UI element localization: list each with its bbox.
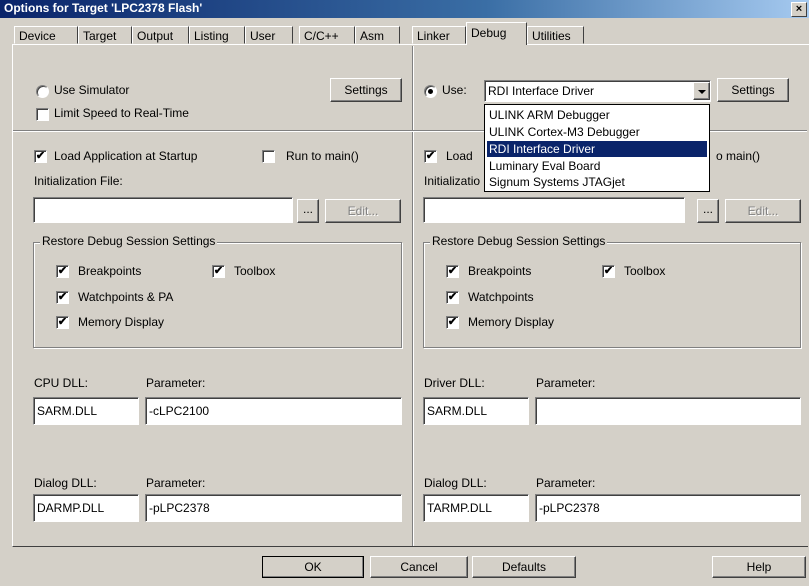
restore-settings-title: Restore Debug Session Settings [40, 234, 218, 248]
title-bar[interactable]: Options for Target 'LPC2378 Flash' × [0, 0, 809, 18]
dialog-dll-label: Dialog DLL: [34, 476, 97, 490]
init-file-input[interactable] [33, 197, 293, 223]
tab-listing[interactable]: Listing [189, 26, 245, 44]
cpu-dll-label: CPU DLL: [34, 376, 89, 390]
driver-dropdown-list: ULINK ARM Debugger ULINK Cortex-M3 Debug… [484, 104, 710, 192]
init-file-label: Initialization File: [34, 174, 123, 188]
right-restore-settings-title: Restore Debug Session Settings [430, 234, 608, 248]
right-toolbox-label: Toolbox [624, 264, 666, 278]
toolbox-label: Toolbox [234, 264, 276, 278]
driver-settings-button[interactable]: Settings [717, 78, 789, 102]
right-memory-display-checkbox[interactable]: ✔ [446, 316, 459, 329]
dialog-dll-input[interactable]: DARMP.DLL [33, 494, 139, 522]
dropdown-option-rdi[interactable]: RDI Interface Driver [487, 141, 707, 157]
right-init-file-label: Initializatio [424, 174, 481, 188]
driver-dll-label: Driver DLL: [424, 376, 485, 390]
driver-select-value: RDI Interface Driver [488, 84, 595, 98]
dropdown-option-ulink-arm[interactable]: ULINK ARM Debugger [487, 107, 707, 123]
toolbox-checkbox[interactable]: ✔ [212, 265, 225, 278]
driver-dll-input[interactable]: SARM.DLL [423, 397, 529, 425]
dialog-parameter-input[interactable]: -pLPC2378 [145, 494, 402, 522]
load-app-checkbox[interactable]: ✔ [34, 150, 47, 163]
breakpoints-label: Breakpoints [78, 264, 142, 278]
close-button[interactable]: × [791, 2, 807, 17]
right-load-app-label: Load [446, 149, 473, 163]
right-load-app-checkbox[interactable]: ✔ [424, 150, 437, 163]
cpu-parameter-label: Parameter: [146, 376, 206, 390]
tab-target[interactable]: Target [78, 26, 132, 44]
right-dialog-parameter-input[interactable]: -pLPC2378 [535, 494, 801, 522]
use-label: Use: [442, 83, 467, 97]
tab-device[interactable]: Device [14, 26, 78, 44]
help-button[interactable]: Help [712, 556, 806, 578]
run-to-main-label: Run to main() [286, 149, 359, 163]
watchpoints-checkbox[interactable]: ✔ [56, 291, 69, 304]
dropdown-option-luminary[interactable]: Luminary Eval Board [487, 158, 707, 174]
cpu-parameter-input[interactable]: -cLPC2100 [145, 397, 402, 425]
right-dialog-dll-label: Dialog DLL: [424, 476, 487, 490]
right-memory-display-label: Memory Display [468, 315, 555, 329]
watchpoints-label: Watchpoints & PA [78, 290, 174, 304]
right-init-file-browse-button[interactable]: ... [697, 199, 719, 223]
right-breakpoints-label: Breakpoints [468, 264, 532, 278]
cpu-dll-input[interactable]: SARM.DLL [33, 397, 139, 425]
right-watchpoints-label: Watchpoints [468, 290, 534, 304]
right-run-to-main-label: o main() [716, 149, 761, 163]
driver-select[interactable]: RDI Interface Driver [484, 80, 711, 102]
tab-output[interactable]: Output [132, 26, 189, 44]
cancel-button[interactable]: Cancel [370, 556, 468, 578]
right-breakpoints-checkbox[interactable]: ✔ [446, 265, 459, 278]
driver-parameter-label: Parameter: [536, 376, 596, 390]
dropdown-option-signum[interactable]: Signum Systems JTAGjet [487, 174, 707, 190]
dropdown-option-ulink-cortex[interactable]: ULINK Cortex-M3 Debugger [487, 124, 707, 140]
tab-asm[interactable]: Asm [355, 26, 400, 44]
limit-speed-label: Limit Speed to Real-Time [54, 106, 189, 120]
right-init-file-edit-button: Edit... [725, 199, 801, 223]
window-title: Options for Target 'LPC2378 Flash' [4, 1, 203, 15]
tab-linker[interactable]: Linker [412, 26, 466, 44]
use-driver-radio[interactable] [424, 85, 437, 98]
tab-utilities[interactable]: Utilities [527, 26, 584, 44]
vertical-divider [412, 46, 413, 546]
load-app-label: Load Application at Startup [54, 149, 198, 163]
memory-display-checkbox[interactable]: ✔ [56, 316, 69, 329]
right-dialog-dll-input[interactable]: TARMP.DLL [423, 494, 529, 522]
driver-parameter-input[interactable] [535, 397, 801, 425]
simulator-settings-button[interactable]: Settings [330, 78, 402, 102]
use-simulator-label: Use Simulator [54, 83, 130, 97]
ok-button[interactable]: OK [262, 556, 364, 578]
right-dialog-parameter-label: Parameter: [536, 476, 596, 490]
right-toolbox-checkbox[interactable]: ✔ [602, 265, 615, 278]
chevron-down-icon [698, 90, 706, 94]
right-init-file-input[interactable] [423, 197, 685, 223]
limit-speed-checkbox[interactable] [36, 108, 49, 121]
init-file-browse-button[interactable]: ... [297, 199, 319, 223]
right-watchpoints-checkbox[interactable]: ✔ [446, 291, 459, 304]
options-dialog: Options for Target 'LPC2378 Flash' × Dev… [0, 0, 809, 586]
tab-debug[interactable]: Debug [466, 22, 527, 45]
dialog-parameter-label: Parameter: [146, 476, 206, 490]
tab-user[interactable]: User [245, 26, 293, 44]
breakpoints-checkbox[interactable]: ✔ [56, 265, 69, 278]
memory-display-label: Memory Display [78, 315, 165, 329]
use-simulator-radio[interactable] [36, 85, 49, 98]
tab-cpp[interactable]: C/C++ [299, 26, 355, 44]
defaults-button[interactable]: Defaults [472, 556, 576, 578]
init-file-edit-button: Edit... [325, 199, 401, 223]
driver-select-arrow[interactable] [693, 82, 710, 100]
run-to-main-checkbox[interactable] [262, 150, 275, 163]
